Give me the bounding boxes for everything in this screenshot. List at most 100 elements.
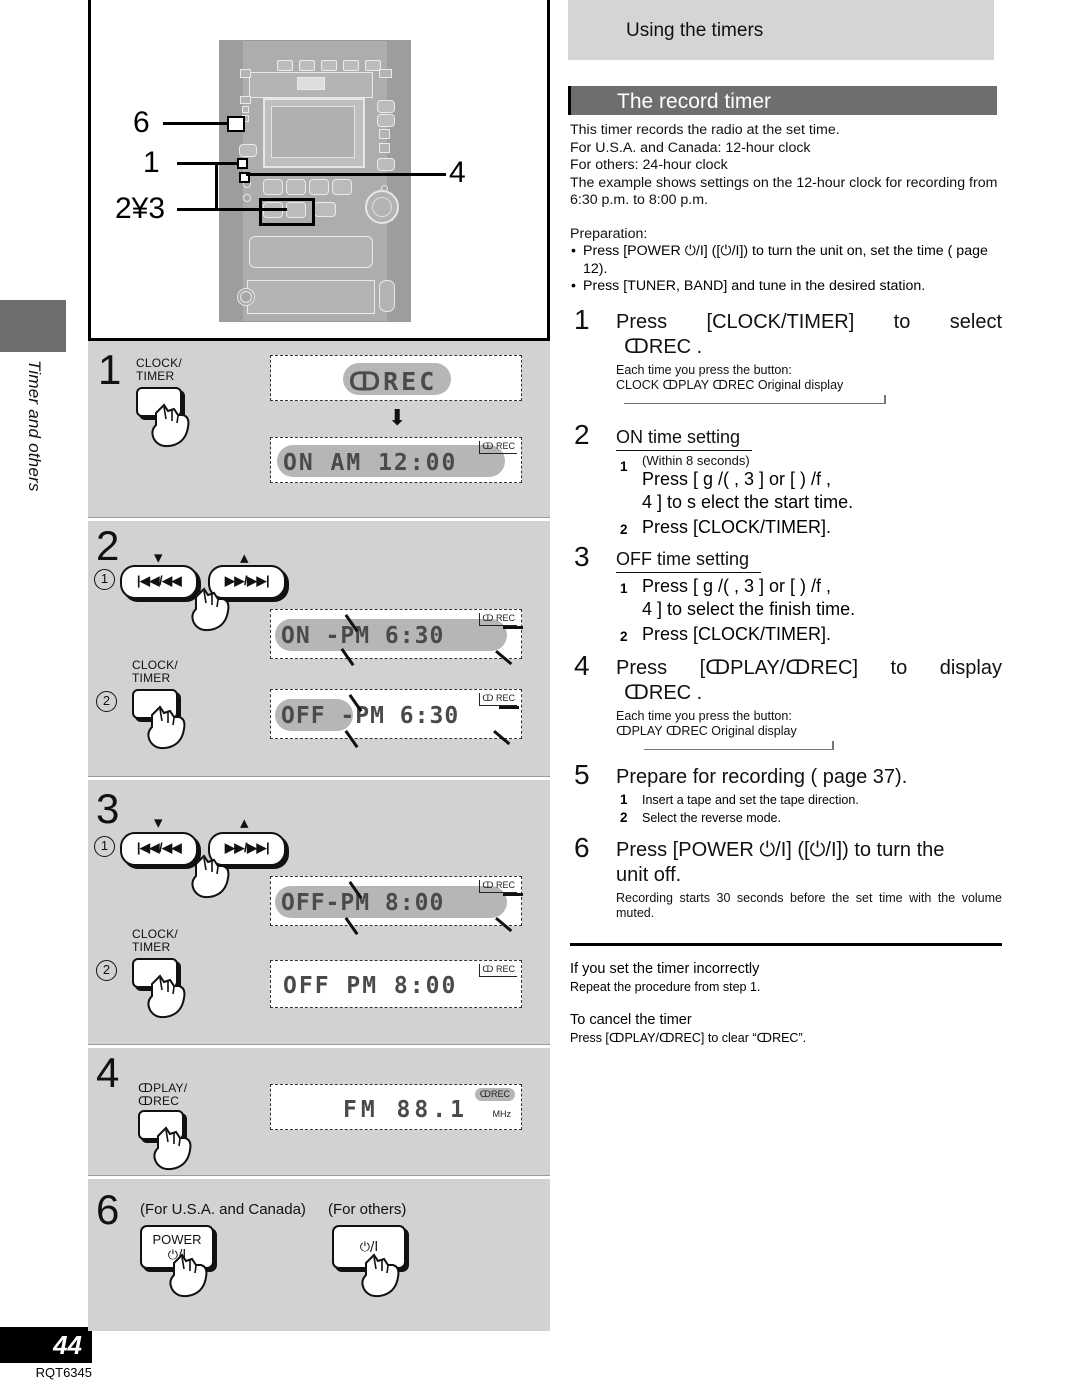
footer-body-1: Repeat the procedure from step 1. (570, 979, 761, 994)
pointing-hand-icon (166, 1251, 214, 1303)
label-line-1: ↀPLAY/ (138, 1081, 188, 1095)
preparation-item-1: Press [POWER ⏻/I] ([⏻/I]) to turn the un… (570, 243, 1002, 278)
callout-4: 4 (449, 156, 466, 189)
lcd-text-4: FM 88.1 (343, 1097, 468, 1123)
pointing-hand-icon (150, 1124, 198, 1176)
skip-back-button-3[interactable]: |◀◀/◀◀ (120, 832, 198, 866)
right-step-6-title2: unit off. (616, 863, 682, 886)
section-header-using-timers-text: Using the timers (626, 20, 764, 41)
lcd-display-3b: OFF PM 8:00 ↀ REC (270, 960, 522, 1008)
skip-back-button-2[interactable]: |◀◀/◀◀ (120, 565, 198, 599)
label-line-1: CLOCK/ (132, 658, 178, 672)
right-step-4-title: Press [ↀPLAY/ↀREC] to display (616, 656, 1002, 679)
chevron-up-icon: ▴ (240, 548, 249, 567)
lcd-display-3a: OFF-PM 8:00 ↀ REC (270, 876, 523, 935)
left-column: 6 1 2¥3 4 1 CLOCK/ TIMER ↀREC ⬇ ON AM 12… (88, 0, 550, 1331)
lcd-text-3b: OFF PM 8:00 (283, 973, 458, 999)
rec-indicator-4: ↀREC (474, 1088, 515, 1101)
left-step-3-sub-1: 1 (94, 836, 115, 857)
substep-number: 1 (620, 791, 628, 807)
rec-indicator-3a: ↀ REC (479, 880, 517, 893)
right-step-5-title: Prepare for recording ( page 37). (616, 765, 908, 788)
right-step-4-title2: ↀREC . (624, 681, 703, 704)
left-step-3: 3 ▾ ▴ 1 |◀◀/◀◀ ▶▶/▶▶| OFF-PM 8:00 ↀ REC … (88, 780, 550, 1048)
left-step-6: 6 (For U.S.A. and Canada) (For others) P… (88, 1179, 550, 1331)
intro-line-3: For others: 24-hour clock (570, 157, 728, 173)
left-step-2-sub-1: 1 (94, 569, 115, 590)
right-step-2-subtitle: ON time setting (616, 425, 753, 451)
intro-line-2: For U.S.A. and Canada: 12-hour clock (570, 139, 811, 156)
right-step-1-title2: ↀREC . (624, 335, 703, 358)
left-step-6-number: 6 (96, 1186, 120, 1233)
chevron-down-icon: ▾ (154, 548, 163, 567)
substep-line: Press [CLOCK/TIMER]. (642, 516, 832, 537)
substep-number: 1 (620, 458, 628, 474)
right-step-3-sub-1: 1 Press [ g /( , 3 ] or [ ) /f , 4 ] to … (616, 575, 1002, 621)
substep-line: Select the reverse mode. (642, 810, 781, 825)
chevron-down-icon: ▾ (154, 813, 163, 832)
label-line-2: TIMER (132, 940, 171, 954)
right-step-3: 3 OFF time setting 1 Press [ g /( , 3 ] … (570, 542, 1002, 646)
right-step-5-sub-2: 2 Select the reverse mode. (616, 810, 1002, 826)
label-line-1: CLOCK/ (132, 927, 178, 941)
section-header-record-timer: The record timer (571, 86, 997, 115)
right-step-2-sub-2: 2 Press [CLOCK/TIMER]. (616, 516, 1002, 539)
flow-loop-line-2 (616, 740, 1002, 757)
pointing-hand-icon (148, 401, 196, 453)
right-step-4-note: Each time you press the button: (616, 708, 792, 723)
left-step-2: 2 ▾ ▴ 1 |◀◀/◀◀ ▶▶/▶▶| ON -PM 6:30 ↀ REC … (88, 521, 550, 780)
pointing-hand-icon (144, 972, 192, 1024)
right-step-3-subtitle: OFF time setting (616, 547, 762, 573)
rec-indicator-3b: ↀ REC (479, 964, 517, 977)
right-step-5: 5 Prepare for recording ( page 37). 1 In… (570, 760, 1002, 826)
lcd-text-2b: OFF -PM 6:30 (281, 703, 460, 729)
left-step-2-button-label: CLOCK/ TIMER (132, 659, 178, 685)
substep-number: 1 (620, 580, 628, 596)
right-step-6-title: Press [POWER ⏻/I] ([⏻/I]) to turn the (616, 838, 945, 861)
lcd-text-1a: ↀREC (349, 367, 438, 396)
lcd-display-1a: ↀREC (270, 355, 522, 401)
page-number: 44 (0, 1327, 92, 1363)
system-illustration: 6 1 2¥3 4 (88, 0, 550, 341)
lcd-text-2a: ON -PM 6:30 (281, 623, 445, 649)
rec-indicator-1b: ↀ REC (479, 441, 517, 454)
right-body: This timer records the radio at the set … (570, 122, 1002, 1046)
substep-line: Press [CLOCK/TIMER]. (642, 623, 832, 644)
right-step-6-note: Recording starts 30 seconds before the s… (616, 890, 1002, 920)
pointing-hand-icon (358, 1251, 406, 1303)
right-step-6-number: 6 (574, 831, 590, 863)
label-line-2: ↀREC (138, 1094, 180, 1108)
right-step-5-sub-1: 1 Insert a tape and set the tape directi… (616, 792, 1002, 808)
mhz-unit-label: MHz (492, 1109, 512, 1119)
right-step-2-number: 2 (574, 418, 590, 450)
footer-body-2: Press [ↀPLAY/ↀREC] to clear “ↀREC”. (570, 1030, 807, 1045)
chevron-up-icon: ▴ (240, 813, 249, 832)
left-step-1-number: 1 (98, 346, 122, 393)
left-step-1: 1 CLOCK/ TIMER ↀREC ⬇ ON AM 12:00 ↀ REC (88, 341, 550, 521)
flow-loop-line-1 (616, 394, 1002, 411)
intro-line-1: This timer records the radio at the set … (570, 122, 840, 138)
down-arrow-icon: ⬇ (388, 405, 407, 430)
right-step-1-note: Each time you press the button: (616, 362, 792, 377)
substep-line: Insert a tape and set the tape direction… (642, 792, 859, 807)
lcd-display-1b: ON AM 12:00 ↀ REC (270, 437, 522, 483)
section-header-using-timers: Using the timers (568, 0, 994, 60)
right-step-6: 6 Press [POWER ⏻/I] ([⏻/I]) to turn the … (570, 833, 1002, 921)
left-step-4: 4 ↀPLAY/ ↀREC FM 88.1 ↀREC MHz (88, 1048, 550, 1179)
callout-1: 1 (143, 146, 160, 179)
document-code: RQT6345 (35, 1365, 92, 1380)
margin-vertical-label: Timer and others (25, 360, 44, 492)
substep-line: Press [ g /( , 3 ] or [ ) /f , (642, 468, 832, 489)
label-line-2: TIMER (136, 369, 175, 383)
lcd-display-4: FM 88.1 ↀREC MHz (270, 1084, 522, 1130)
right-step-1: 1 Press [CLOCK/TIMER] to select ↀREC . E… (570, 305, 1002, 411)
substep-number: 2 (620, 521, 628, 537)
left-step-4-number: 4 (96, 1049, 120, 1096)
right-step-3-sub-2: 2 Press [CLOCK/TIMER]. (616, 623, 1002, 646)
right-step-4: 4 Press [ↀPLAY/ↀREC] to display ↀREC . E… (570, 651, 1002, 757)
caption-others: (For others) (328, 1201, 407, 1218)
rec-indicator-2b: ↀ REC (479, 693, 517, 706)
substep-line: 4 ] to select the finish time. (642, 598, 856, 619)
substep-line: 4 ] to s elect the start time. (642, 491, 854, 512)
lcd-display-2a: ON -PM 6:30 ↀ REC (270, 609, 523, 666)
